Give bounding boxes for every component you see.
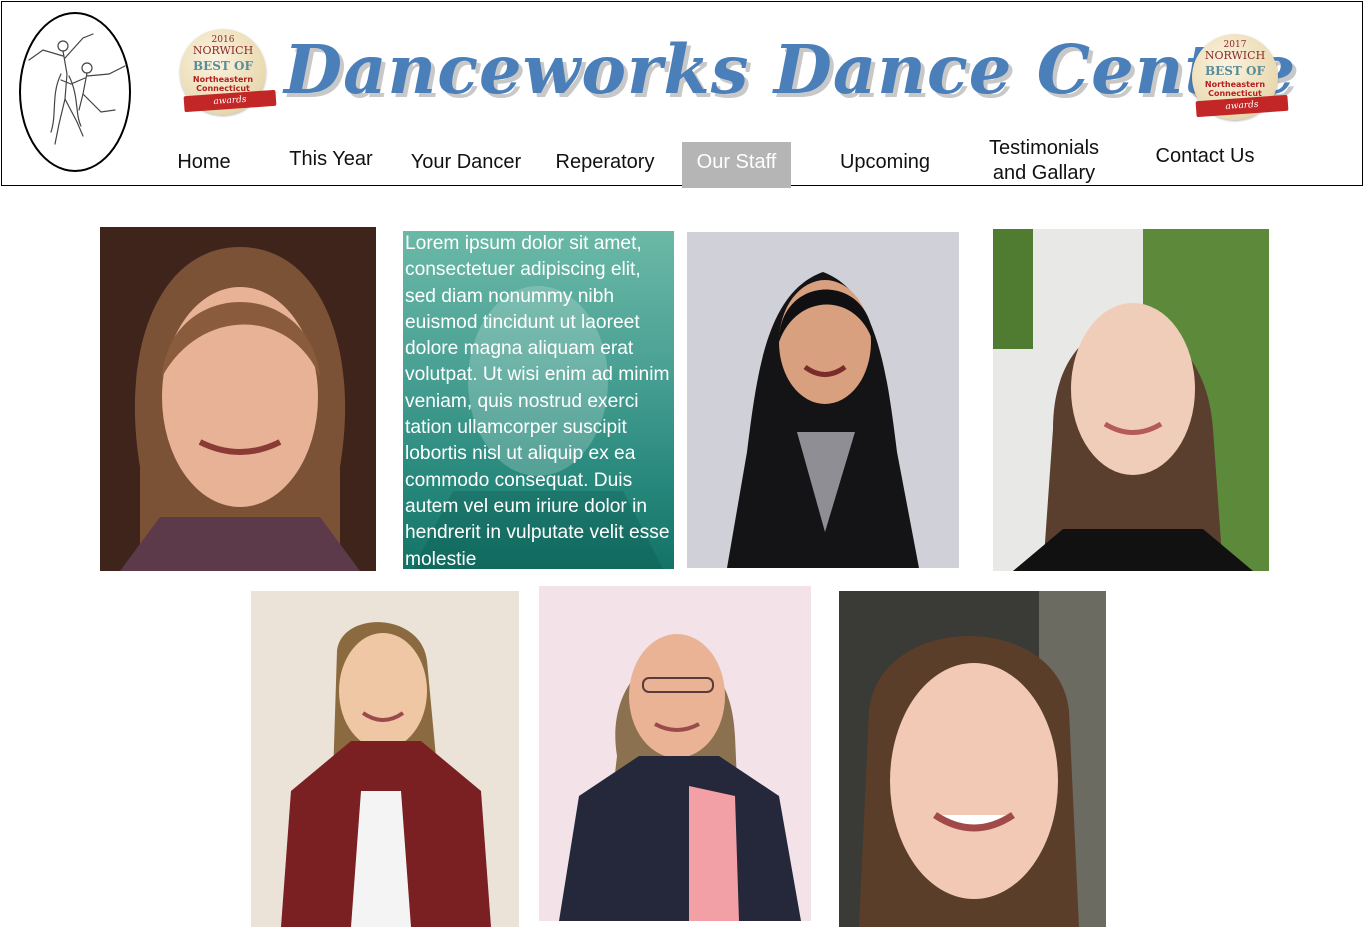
staff-bio-text: Lorem ipsum dolor sit amet, consectetuer… [405, 233, 670, 569]
nav-testimonials-line2: and Gallary [992, 162, 1096, 184]
staff-photo-1[interactable] [100, 227, 376, 571]
badge-publisher: NORWICH [1204, 49, 1266, 62]
dancers-logo[interactable] [19, 12, 131, 172]
portrait-icon [687, 232, 959, 568]
badge-best-of: BEST OF [192, 59, 254, 73]
portrait-icon [993, 229, 1269, 571]
staff-photo-5[interactable] [539, 586, 811, 921]
nav-contact-us[interactable]: Contact Us [1152, 144, 1258, 169]
nav-home[interactable]: Home [174, 150, 234, 175]
portrait-icon [539, 586, 811, 921]
award-badge-2016: 2016 NORWICH BEST OF Northeastern Connec… [180, 29, 277, 115]
staff-photo-3[interactable] [993, 229, 1269, 571]
staff-photo-4[interactable] [251, 591, 519, 927]
badge-ribbon: awards [1195, 94, 1289, 118]
nav-repertory[interactable]: Reperatory [552, 150, 658, 175]
nav-upcoming[interactable]: Upcoming [834, 150, 936, 175]
portrait-icon [251, 591, 519, 927]
staff-photo-2[interactable] [687, 232, 959, 568]
nav-this-year[interactable]: This Year [288, 147, 374, 172]
badge-best-of: BEST OF [1204, 64, 1266, 78]
badge-publisher: NORWICH [192, 44, 254, 57]
portrait-icon [100, 227, 376, 571]
badge-ribbon: awards [183, 89, 277, 113]
nav-your-dancer[interactable]: Your Dancer [408, 150, 524, 175]
award-badge-2017: 2017 NORWICH BEST OF Northeastern Connec… [1192, 34, 1289, 120]
staff-photo-6[interactable] [839, 591, 1106, 927]
staff-bio-overlay[interactable]: Lorem ipsum dolor sit amet, consectetuer… [403, 231, 674, 569]
site-header: 2016 NORWICH BEST OF Northeastern Connec… [1, 1, 1363, 188]
nav-our-staff[interactable]: Our Staff [682, 142, 791, 188]
portrait-icon [839, 591, 1106, 927]
site-title: Danceworks Dance Centre [284, 30, 1297, 109]
dancers-sketch-icon [28, 33, 126, 145]
nav-testimonials-line1: Testimonials [988, 137, 1100, 159]
nav-testimonials-gallery[interactable]: Testimonials and Gallary [982, 136, 1106, 186]
